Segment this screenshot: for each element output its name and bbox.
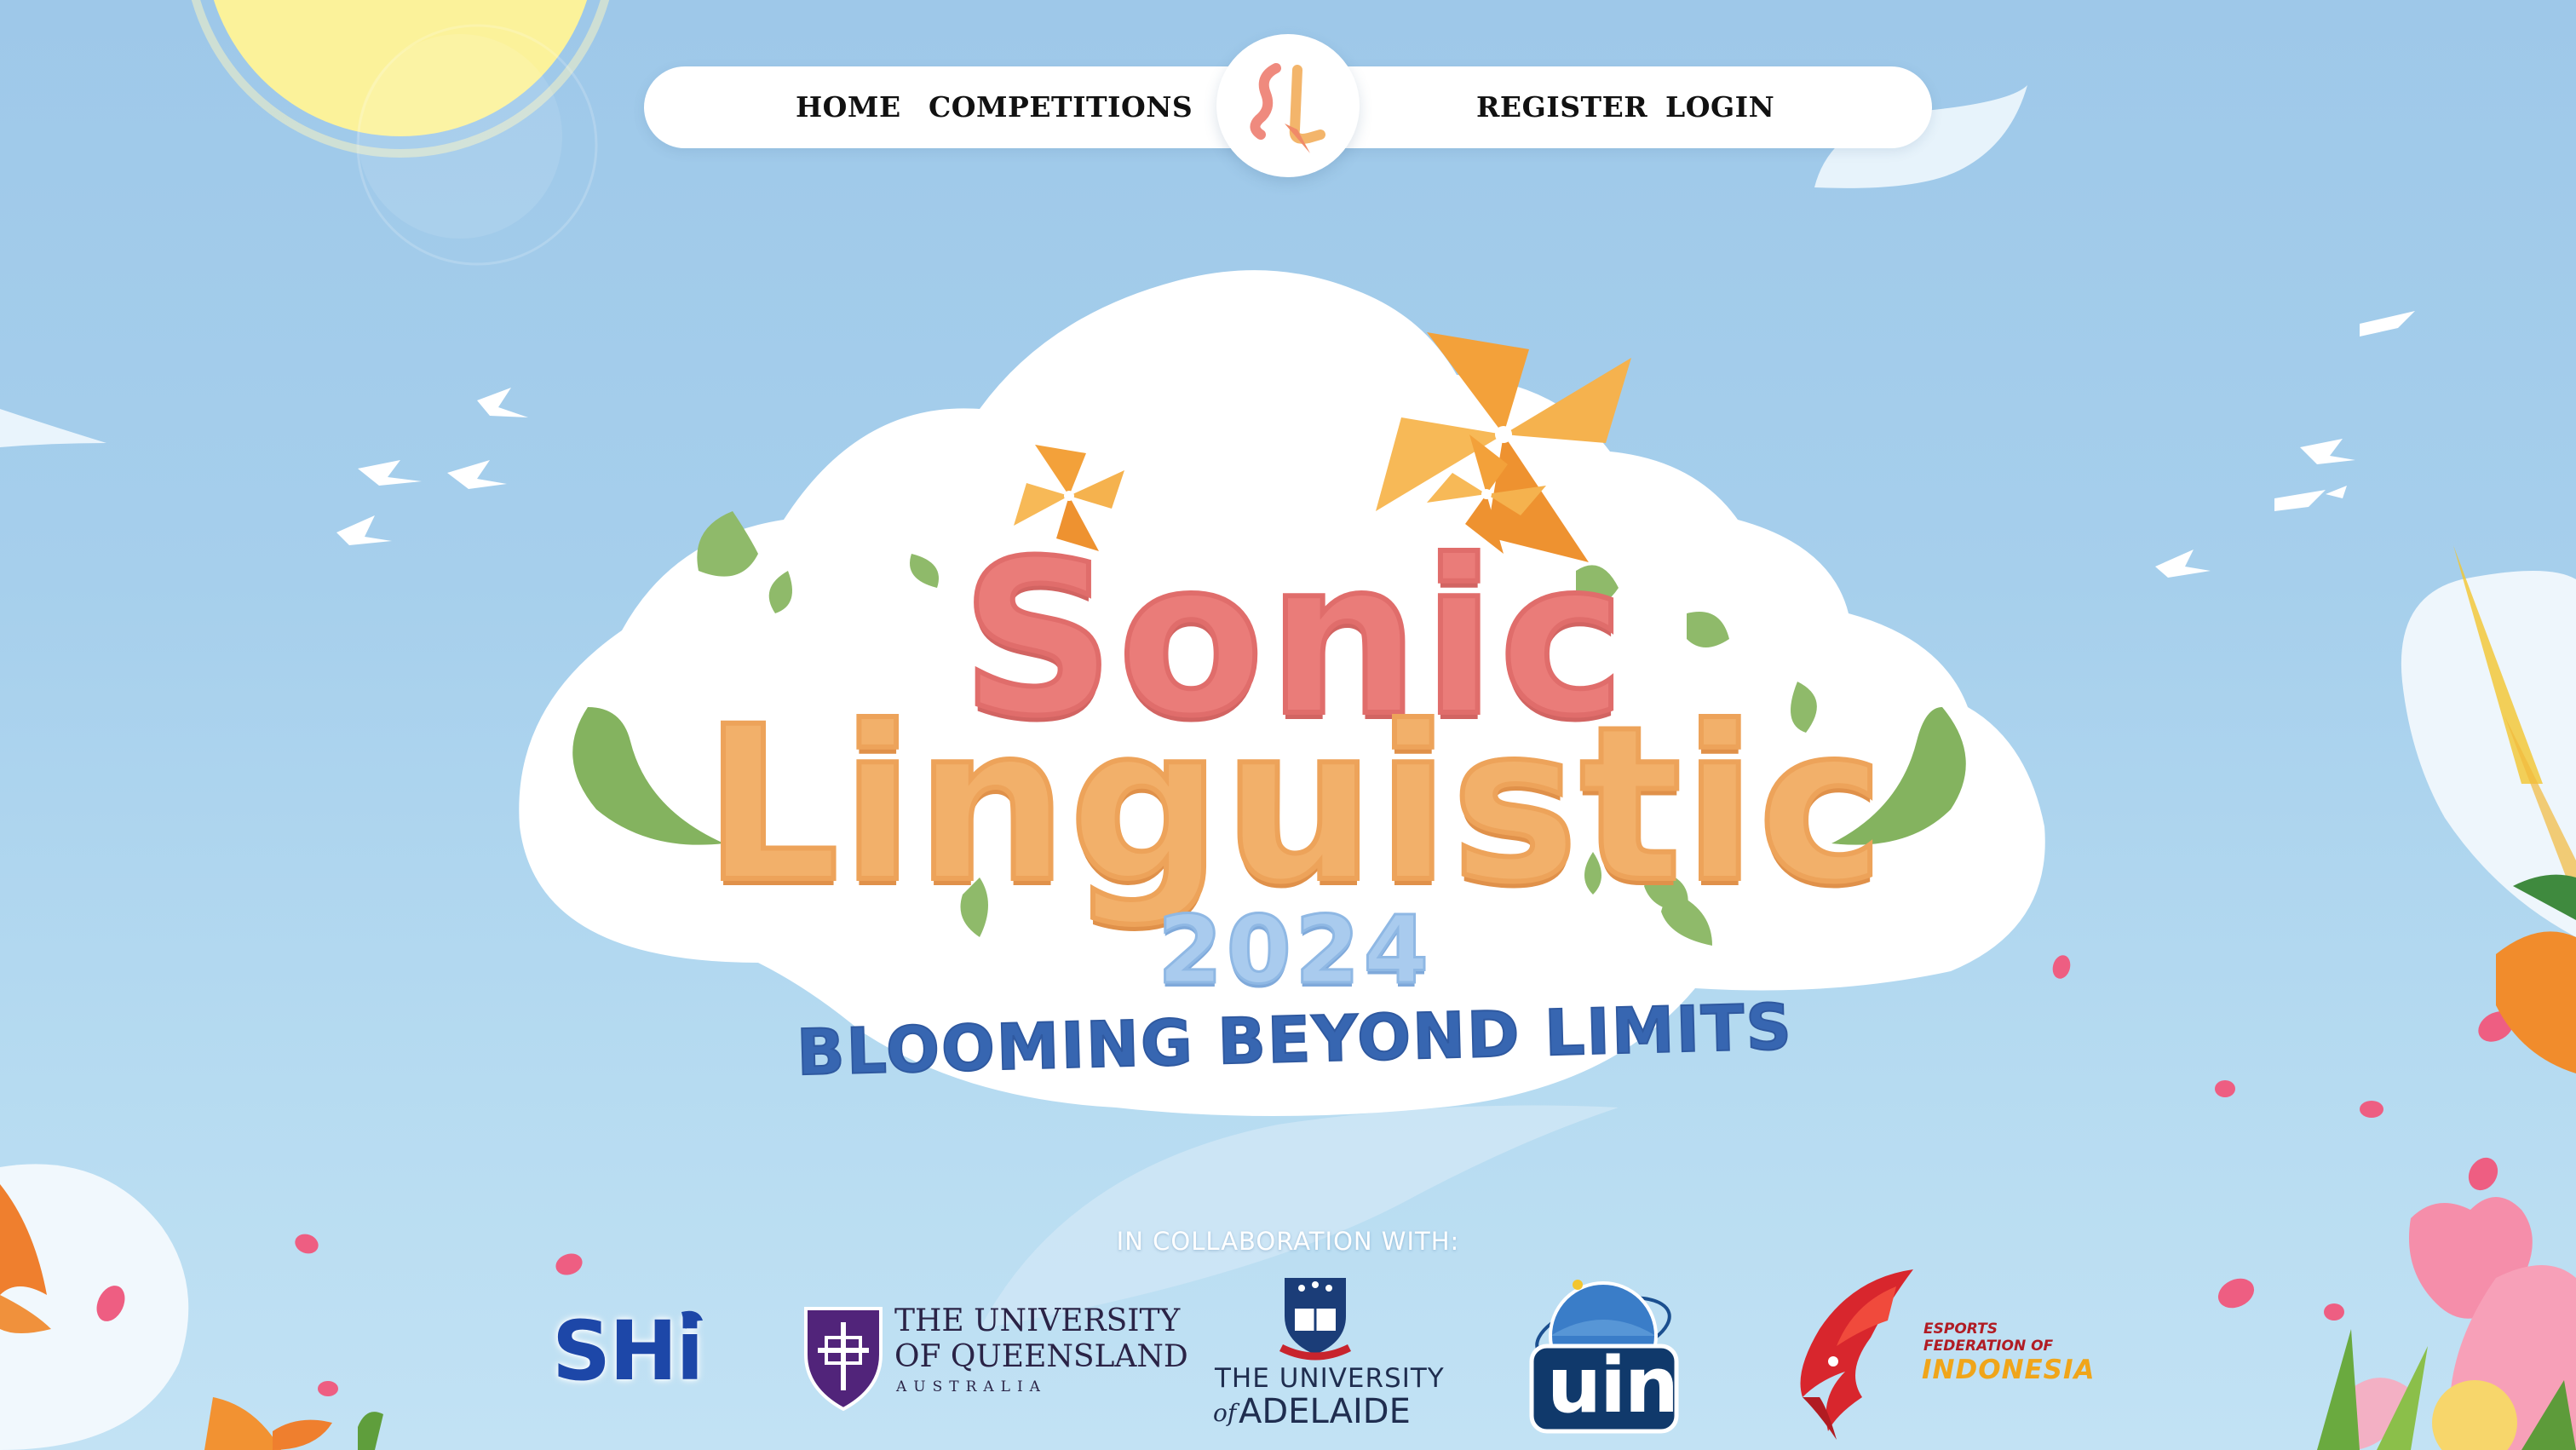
partner-logo-adelaide[interactable]: THE UNIVERSITY of ADELAIDE [1210, 1269, 1444, 1448]
event-title-line2: Linguistic [701, 681, 1887, 929]
esports-line2: FEDERATION OF [1923, 1338, 2054, 1355]
nav-logo-button[interactable] [1216, 34, 1360, 177]
nav-link-register[interactable]: REGISTER [1476, 66, 1647, 148]
birds-left-icon [336, 388, 528, 545]
uin-text: uin [1547, 1341, 1679, 1430]
uq-name-line3: AUSTRALIA [896, 1378, 1047, 1395]
uq-name-line1: THE UNIVERSITY [894, 1303, 1181, 1338]
event-year: 2024 [1156, 895, 1433, 1004]
nav-link-competitions[interactable]: COMPETITIONS [929, 66, 1193, 148]
adelaide-name-line2: ADELAIDE [1239, 1392, 1411, 1431]
nav-link-login[interactable]: LOGIN [1665, 66, 1774, 148]
cloud-bottom-left [0, 1164, 189, 1450]
page-background: HOME COMPETITIONS REGISTER LOGIN Sonic L… [0, 0, 2576, 1450]
shi-wing-icon [681, 1310, 703, 1329]
eagle-icon [1800, 1269, 1913, 1440]
nav-link-home[interactable]: HOME [796, 66, 901, 148]
uq-crest-icon [804, 1307, 883, 1412]
cloud-left [0, 409, 106, 447]
uq-name-line2: OF QUEENSLAND [894, 1339, 1188, 1374]
esports-line3: INDONESIA [1922, 1355, 2096, 1385]
adelaide-crest-icon [1279, 1278, 1352, 1361]
partner-logo-uin[interactable]: uin [1525, 1269, 1687, 1448]
partner-logo-esports-federation[interactable]: ESPORTS FEDERATION OF INDONESIA [1785, 1269, 2095, 1448]
adelaide-name-prefix: of [1213, 1399, 1237, 1427]
partner-logo-shi[interactable]: SHi [545, 1269, 716, 1448]
hero-event-logo: Sonic Linguistic 2024 BLOOMING BEYOND LI… [503, 264, 2087, 1159]
birds-right-icon [2155, 311, 2415, 578]
collaboration-label: IN COLLABORATION WITH: [1116, 1227, 1460, 1256]
esports-line1: ESPORTS [1923, 1321, 1998, 1338]
partner-logo-uq[interactable]: THE UNIVERSITY OF QUEENSLAND AUSTRALIA [799, 1269, 1188, 1448]
sl-monogram-icon [1250, 63, 1325, 153]
adelaide-name-line1: THE UNIVERSITY [1215, 1363, 1445, 1394]
